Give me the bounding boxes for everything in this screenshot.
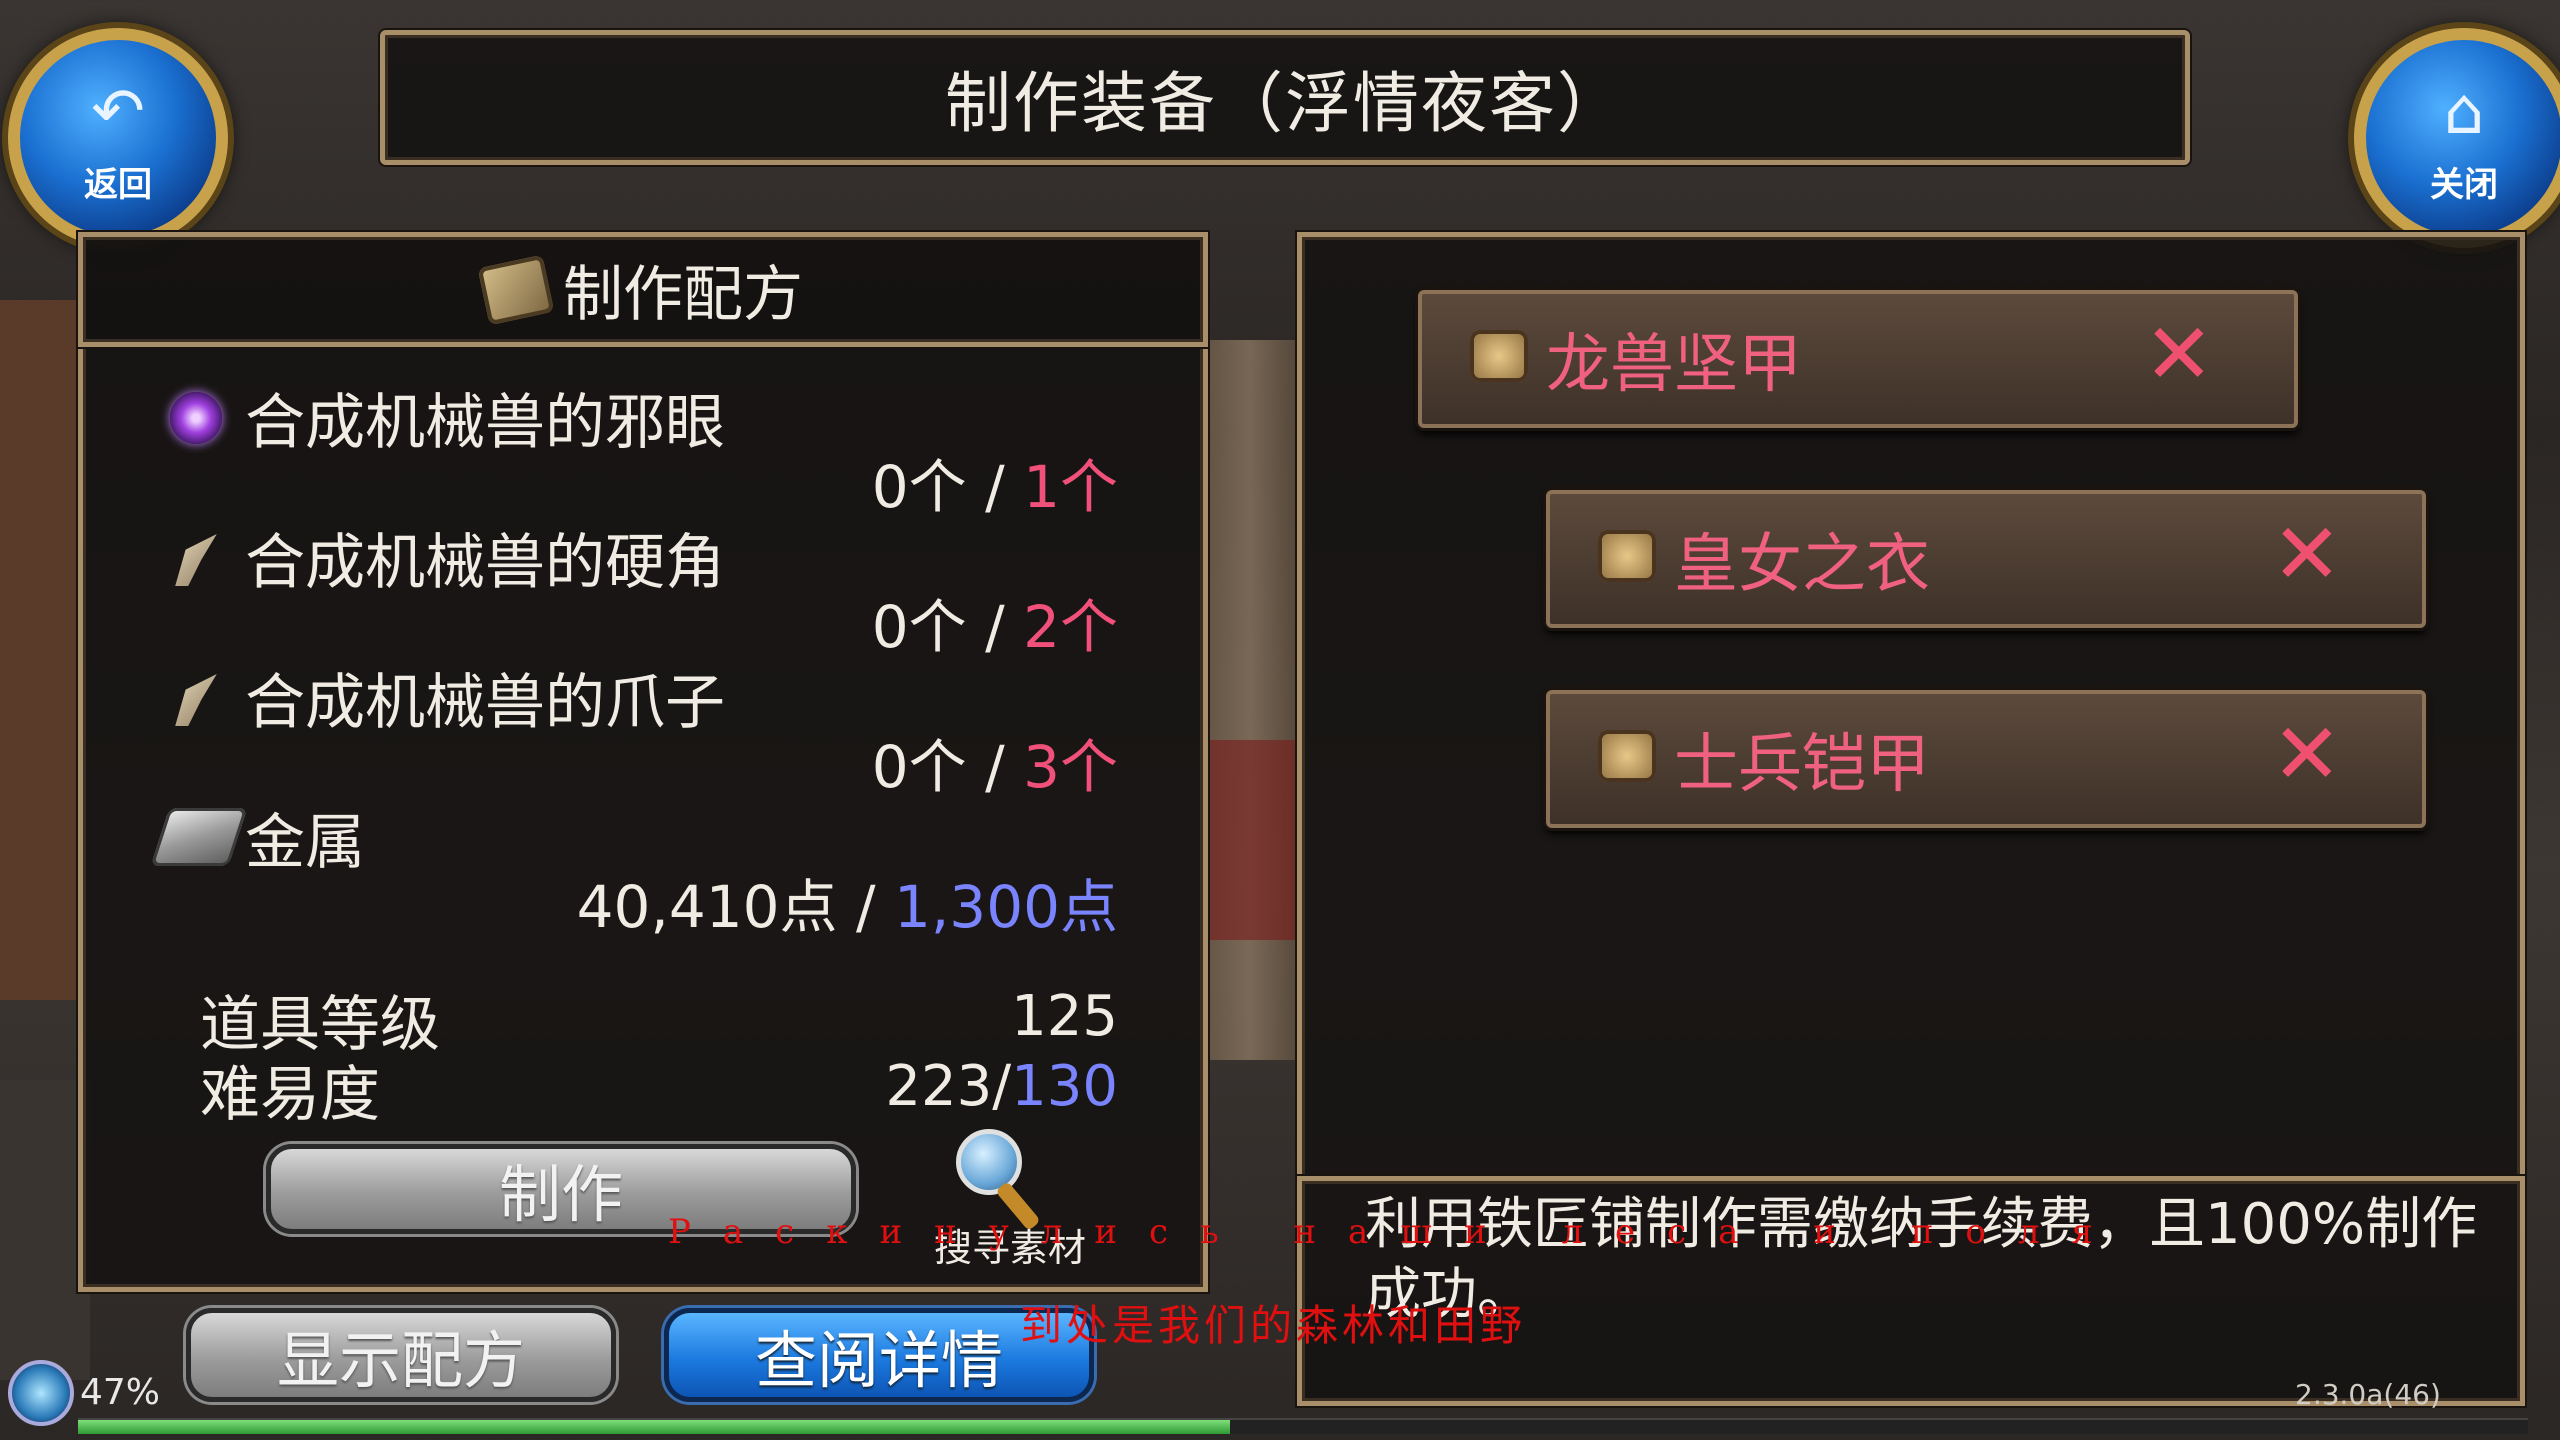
version-label: 2.3.0a(46)	[2295, 1378, 2441, 1411]
back-button[interactable]: ↶ 返回	[8, 28, 228, 248]
loading-spinner-icon	[8, 1360, 74, 1426]
difficulty-value: 223/130	[885, 1054, 1118, 1119]
return-arrow-icon: ↶	[91, 75, 145, 149]
remove-icon[interactable]: ✕	[2272, 512, 2342, 596]
home-icon: ⌂	[2443, 75, 2485, 149]
equipment-name: 龙兽坚甲	[1546, 328, 1802, 402]
material-quantity: 0个 / 3个	[871, 733, 1118, 801]
recipe-panel-title: 制作配方	[563, 260, 803, 330]
difficulty-label: 难易度	[200, 1060, 380, 1130]
material-name: 金属	[245, 807, 365, 878]
remove-icon[interactable]: ✕	[2144, 312, 2214, 396]
recipe-book-icon	[477, 254, 555, 325]
loading-progress-bar	[78, 1418, 2528, 1434]
loading-percent: 47%	[80, 1372, 161, 1413]
material-quantity: 40,410点 / 1,300点	[576, 873, 1118, 941]
armor-icon	[1470, 330, 1528, 382]
page-title: 制作装备（浮情夜客）	[945, 64, 1625, 142]
material-name: 合成机械兽的邪眼	[245, 387, 725, 458]
remove-icon[interactable]: ✕	[2272, 712, 2342, 796]
equipment-item[interactable]: 士兵铠甲 ✕	[1546, 690, 2426, 828]
armor-icon	[1598, 730, 1656, 782]
show-recipe-button[interactable]: 显示配方	[186, 1308, 616, 1402]
overlay-subtitle-russian: Раскинулись наши леса и поля	[668, 1212, 2125, 1252]
equipment-name: 皇女之衣	[1674, 528, 1930, 602]
equipment-item[interactable]: 皇女之衣 ✕	[1546, 490, 2426, 628]
material-name: 合成机械兽的爪子	[245, 667, 725, 738]
material-name: 合成机械兽的硬角	[245, 527, 725, 598]
material-quantity: 0个 / 1个	[871, 453, 1118, 521]
overlay-subtitle-chinese: 到处是我们的森林和田野	[1020, 1301, 1527, 1350]
material-quantity: 0个 / 2个	[871, 593, 1118, 661]
loading-progress-fill	[78, 1420, 1230, 1434]
title-bar: 制作装备（浮情夜客）	[380, 30, 2190, 165]
close-button[interactable]: ⌂ 关闭	[2354, 28, 2560, 248]
recipe-panel-header: 制作配方	[78, 232, 1208, 347]
equipment-name: 士兵铠甲	[1674, 728, 1930, 802]
armor-icon	[1598, 530, 1656, 582]
back-button-label: 返回	[84, 165, 152, 205]
fee-message: 利用铁匠铺制作需缴纳手续费，且100%制作成功。	[1365, 1192, 2478, 1327]
eye-orb-icon	[170, 392, 222, 444]
magnifier-icon	[956, 1129, 1022, 1195]
item-level-value: 125	[1011, 984, 1118, 1049]
close-button-label: 关闭	[2430, 165, 2498, 205]
equipment-item[interactable]: 龙兽坚甲 ✕	[1418, 290, 2298, 428]
